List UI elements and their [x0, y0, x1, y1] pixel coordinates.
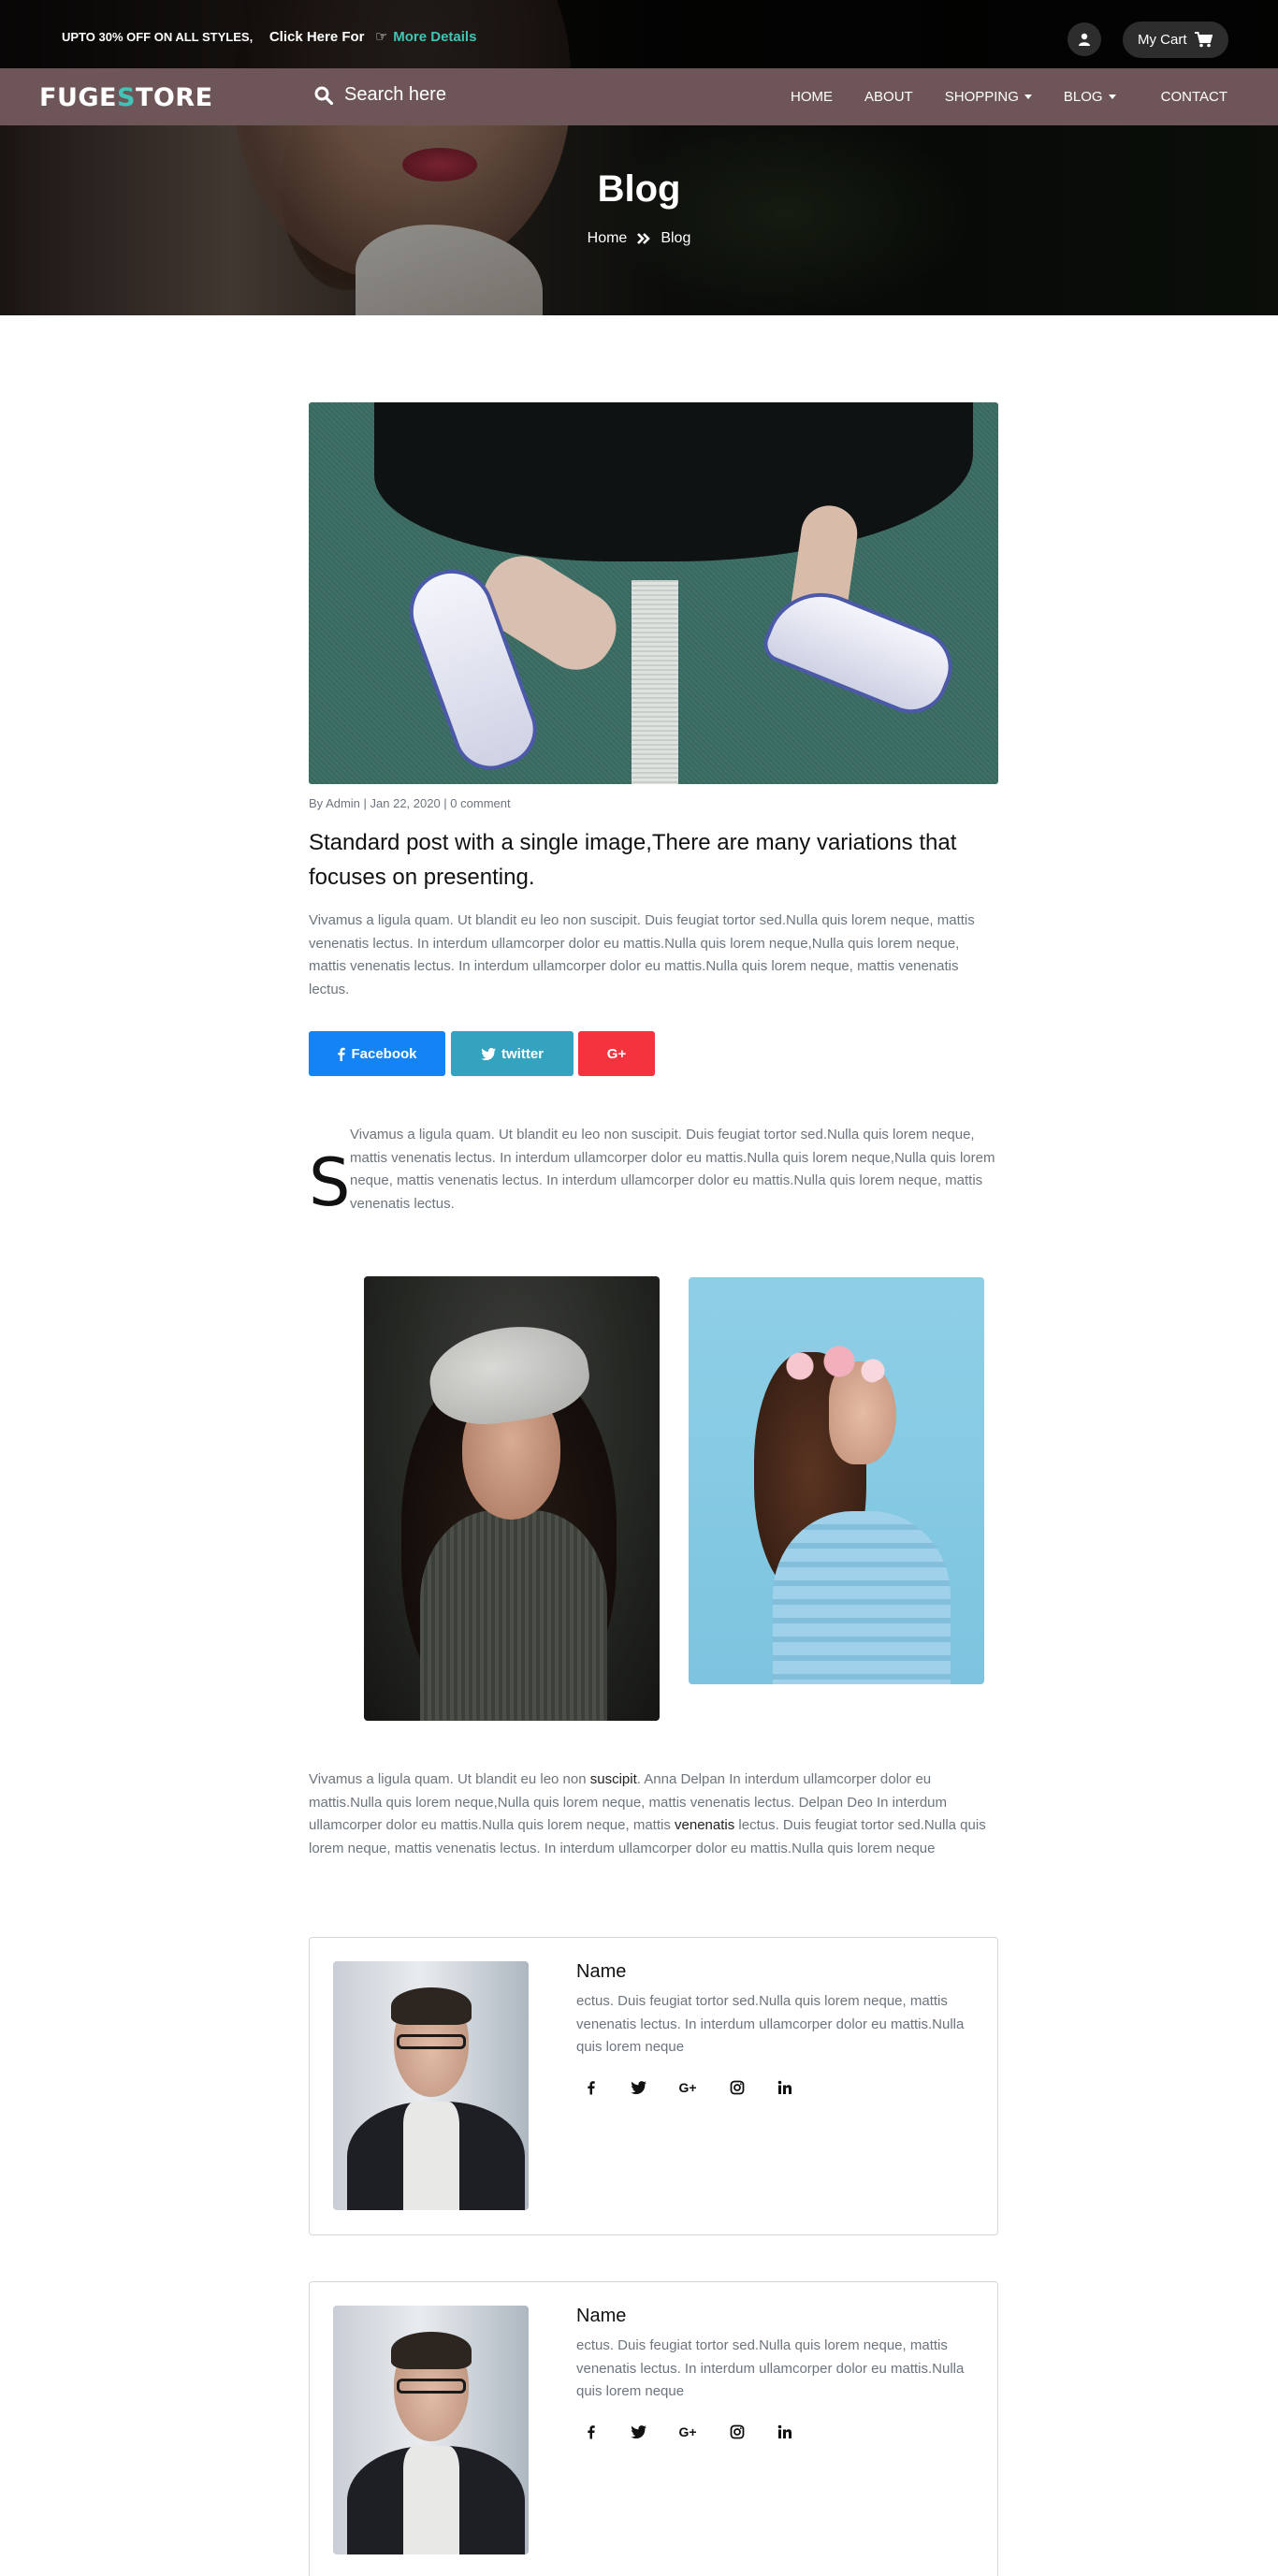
- breadcrumb: Home Blog: [0, 230, 1278, 247]
- facebook-icon[interactable]: [581, 2078, 600, 2097]
- search-placeholder: Search here: [344, 84, 446, 105]
- post-paragraph-2: Vivamus a ligula quam. Ut blandit eu leo…: [350, 1127, 995, 1212]
- main-navbar: FUGESTORE Search here HOME ABOUT SHOPPIN…: [0, 68, 1278, 125]
- google-plus-icon[interactable]: G+: [676, 2423, 699, 2441]
- linkedin-icon[interactable]: [776, 2423, 794, 2441]
- page-title: Blog: [597, 168, 681, 210]
- post-paragraph-3: Vivamus a ligula quam. Ut blandit eu leo…: [309, 1771, 986, 1856]
- double-chevron-right-icon: [637, 233, 651, 244]
- nav-contact[interactable]: CONTACT: [1161, 89, 1227, 105]
- breadcrumb-current: Blog: [661, 230, 691, 246]
- twitter-icon: [481, 1047, 496, 1060]
- author-avatar: [333, 1961, 529, 2210]
- breadcrumb-home-link[interactable]: Home: [588, 230, 628, 247]
- promo-click-here[interactable]: Click Here For: [269, 29, 365, 45]
- instagram-icon[interactable]: [728, 2078, 747, 2097]
- nav-blog-dropdown[interactable]: BLOG: [1064, 89, 1116, 105]
- caret-down-icon: [1108, 95, 1116, 99]
- share-facebook-button[interactable]: Facebook: [309, 1031, 445, 1076]
- post-title: Standard post with a single image,There …: [309, 830, 957, 890]
- linkedin-icon[interactable]: [776, 2078, 794, 2097]
- author-card: Name ectus. Duis feugiat tortor sed.Null…: [309, 1937, 998, 2235]
- hand-pointing-icon: ☞: [375, 29, 388, 45]
- facebook-icon[interactable]: [581, 2423, 600, 2441]
- promo-text: UPTO 30% OFF ON ALL STYLES, Click Here F…: [62, 28, 476, 45]
- primary-nav: HOME ABOUT SHOPPING BLOG CONTACT: [759, 89, 1227, 105]
- store-logo[interactable]: FUGESTORE: [39, 83, 213, 112]
- hero-banner: UPTO 30% OFF ON ALL STYLES, Click Here F…: [0, 0, 1278, 315]
- top-promo-bar: UPTO 30% OFF ON ALL STYLES, Click Here F…: [0, 0, 1278, 68]
- author-bio: ectus. Duis feugiat tortor sed.Nulla qui…: [576, 2337, 965, 2399]
- drop-cap-letter: S: [309, 1144, 351, 1221]
- twitter-icon[interactable]: [629, 2423, 647, 2441]
- post-meta: By Admin | Jan 22, 2020 | 0 comment: [309, 796, 511, 810]
- search-box[interactable]: Search here: [314, 84, 446, 106]
- author-avatar: [333, 2306, 529, 2554]
- post-featured-image: [309, 402, 998, 784]
- facebook-icon: [338, 1047, 346, 1061]
- author-name: Name: [576, 2306, 627, 2326]
- twitter-icon[interactable]: [629, 2078, 647, 2097]
- author-social-links: G+: [581, 2078, 794, 2097]
- more-details-link[interactable]: More Details: [393, 29, 476, 45]
- shopping-cart-icon: [1194, 32, 1213, 48]
- google-plus-icon[interactable]: G+: [676, 2078, 699, 2097]
- instagram-icon[interactable]: [728, 2423, 747, 2441]
- share-twitter-button[interactable]: twitter: [451, 1031, 574, 1076]
- author-card: Name ectus. Duis feugiat tortor sed.Null…: [309, 2281, 998, 2576]
- nav-about[interactable]: ABOUT: [864, 89, 913, 105]
- nav-shopping-dropdown[interactable]: SHOPPING: [945, 89, 1032, 105]
- my-cart-button[interactable]: My Cart: [1123, 22, 1228, 58]
- search-icon: [314, 86, 333, 105]
- user-icon: [1079, 33, 1090, 46]
- share-google-plus-button[interactable]: G+: [578, 1031, 655, 1076]
- author-social-links: G+: [581, 2423, 794, 2441]
- post-paragraph-1: Vivamus a ligula quam. Ut blandit eu leo…: [309, 912, 975, 997]
- cart-label: My Cart: [1138, 32, 1187, 48]
- author-name: Name: [576, 1961, 627, 1982]
- caret-down-icon: [1024, 95, 1032, 99]
- gallery-image-beret-woman: [364, 1276, 660, 1721]
- gallery-image-flower-crown-woman: [689, 1277, 984, 1684]
- promo-offer: UPTO 30% OFF ON ALL STYLES,: [62, 30, 254, 44]
- author-bio: ectus. Duis feugiat tortor sed.Nulla qui…: [576, 1993, 965, 2055]
- account-button[interactable]: [1067, 22, 1101, 56]
- nav-home[interactable]: HOME: [791, 89, 833, 105]
